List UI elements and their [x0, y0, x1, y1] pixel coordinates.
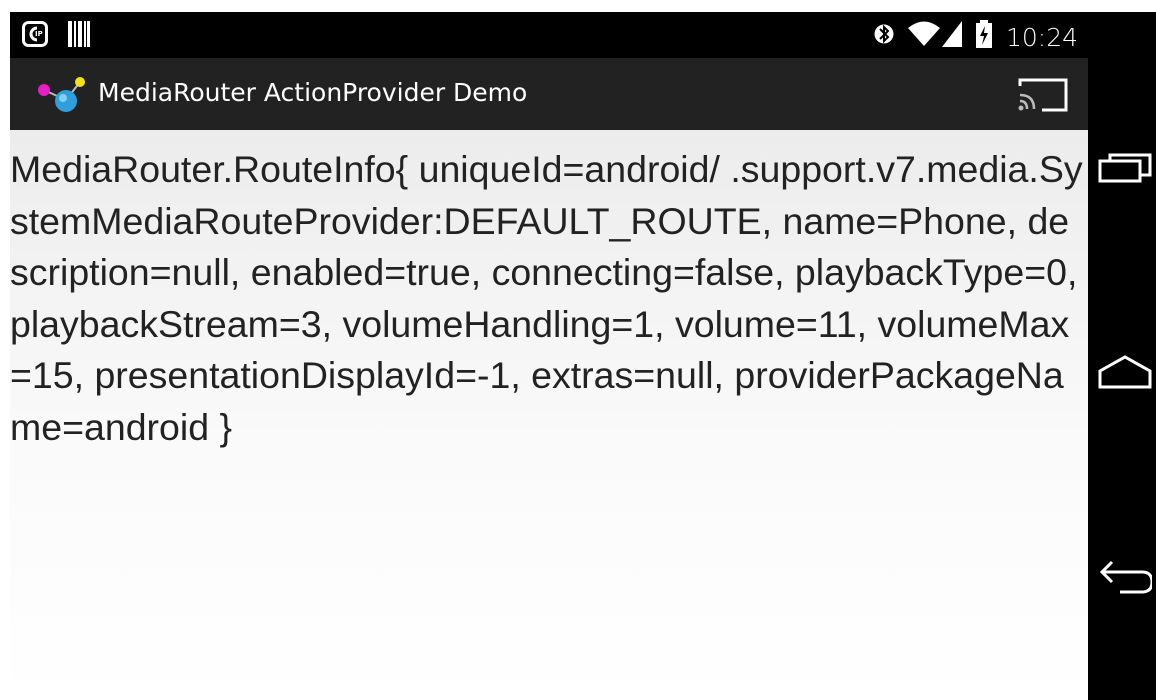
- recent-apps-icon: [1098, 153, 1152, 183]
- cell-signal-icon: [941, 21, 962, 53]
- bluetooth-icon: [874, 20, 894, 54]
- device-screen: IP 10:24 MediaRouter ActionProvider Demo…: [10, 12, 1156, 700]
- svg-text:IP: IP: [35, 30, 43, 38]
- action-bar: MediaRouter ActionProvider Demo: [10, 58, 1088, 130]
- back-button[interactable]: [1098, 550, 1156, 610]
- system-icons: 10:24: [874, 20, 1078, 54]
- recent-apps-button[interactable]: [1098, 138, 1156, 198]
- clock: 10:24: [1005, 22, 1078, 52]
- back-icon: [1099, 560, 1152, 594]
- home-icon: [1098, 355, 1152, 389]
- cast-icon: [1018, 78, 1068, 112]
- navigation-bar: [1088, 12, 1156, 700]
- cast-button[interactable]: [1014, 75, 1070, 115]
- notification-icons: IP: [22, 21, 90, 51]
- usb-debug-icon: IP: [22, 21, 48, 51]
- barcode-icon: [68, 21, 90, 51]
- route-info-text: MediaRouter.RouteInfo{ uniqueId=android/…: [10, 148, 1083, 448]
- wifi-icon: [907, 21, 940, 53]
- home-button[interactable]: [1098, 342, 1156, 402]
- status-bar: IP 10:24: [10, 12, 1088, 58]
- app-title: MediaRouter ActionProvider Demo: [98, 78, 528, 107]
- battery-charging-icon: [975, 20, 992, 54]
- content-area: MediaRouter.RouteInfo{ uniqueId=android/…: [10, 130, 1088, 700]
- mediarouter-app-icon[interactable]: [36, 76, 86, 114]
